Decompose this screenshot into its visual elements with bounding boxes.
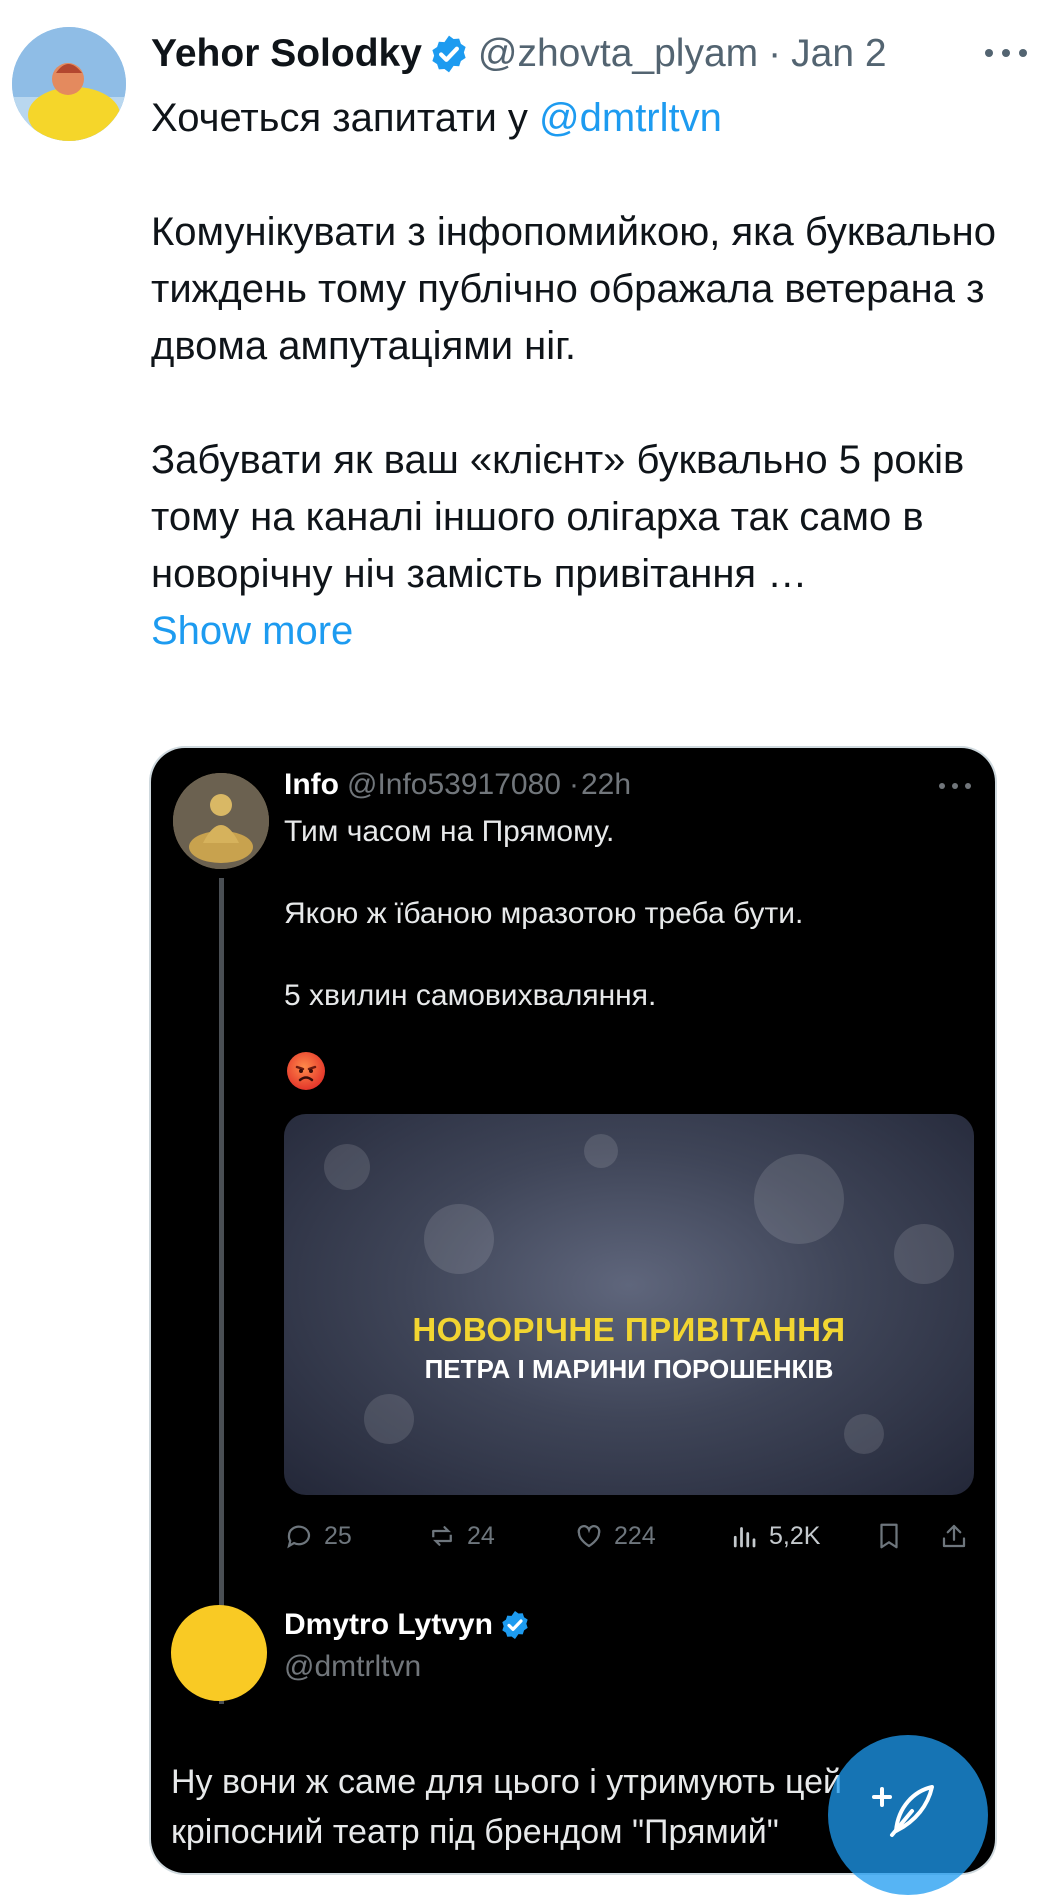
verified-badge-icon: [502, 1611, 528, 1639]
video-thumbnail: НОВОРІЧНЕ ПРИВІТАННЯ ПЕТРА І МАРИНИ ПОРО…: [284, 1114, 974, 1495]
show-more-link[interactable]: Show more: [151, 603, 1001, 660]
reply-author-handle: @dmtrltvn: [284, 1650, 422, 1683]
author-name[interactable]: Yehor Solodky: [151, 32, 422, 76]
reply-author-name: Dmytro Lytvyn: [284, 1608, 493, 1641]
tweet-text-intro: Хочеться запитати у: [151, 96, 540, 140]
quoted-like-count: 224: [574, 1516, 656, 1556]
video-title: НОВОРІЧНЕ ПРИВІТАННЯ: [412, 1311, 846, 1348]
bookmark-icon: [880, 1523, 898, 1549]
quoted-repost-count: 24: [427, 1516, 495, 1556]
quoted-header: Info @Info53917080·22h: [284, 768, 631, 814]
share-action: [939, 1516, 979, 1556]
quoted-more-icon: [939, 783, 971, 789]
repost-icon: [432, 1526, 452, 1546]
like-icon: [577, 1525, 601, 1548]
post-date[interactable]: Jan 2: [791, 32, 886, 76]
quoted-time: 22h: [580, 768, 632, 801]
verified-badge-icon: [432, 35, 466, 73]
angry-face-emoji-icon: [287, 1052, 325, 1090]
tweet-text-body: Комунікувати з інфопомийкою, яка букваль…: [151, 210, 996, 596]
embedded-screenshot[interactable]: Info @Info53917080·22h Тим часом на Прямо…: [151, 748, 995, 1873]
views-icon: [733, 1527, 756, 1548]
quoted-author-avatar: [173, 773, 269, 869]
quoted-view-count: 5,2K: [729, 1516, 820, 1556]
reply-author-avatar: [171, 1605, 267, 1701]
quoted-action-bar: 25 24 224 5,2K: [284, 1516, 974, 1556]
quoted-text: Тим часом на Прямому. Якою ж їбаною мраз…: [284, 815, 804, 1012]
thread-line: [219, 878, 224, 1704]
reply-count: 25: [324, 1521, 352, 1550]
reply-icon: [287, 1525, 311, 1549]
repost-count: 24: [467, 1521, 495, 1550]
quoted-author-handle: @Info53917080: [346, 768, 561, 801]
view-count: 5,2K: [769, 1521, 821, 1550]
compose-button[interactable]: [828, 1735, 988, 1895]
mention-link[interactable]: @dmtrltvn: [539, 96, 722, 140]
video-subtitle: ПЕТРА І МАРИНИ ПОРОШЕНКІВ: [424, 1354, 834, 1384]
quoted-separator: ·: [568, 768, 579, 801]
author-avatar[interactable]: [12, 27, 126, 141]
like-count: 224: [614, 1521, 656, 1550]
compose-feather-icon: [872, 1785, 934, 1837]
author-handle[interactable]: @zhovta_plyam: [478, 32, 758, 76]
tweet-text: Хочеться запитати у @dmtrltvn Комунікува…: [151, 90, 1001, 660]
share-icon: [942, 1524, 966, 1548]
more-options-icon[interactable]: [981, 36, 1031, 70]
quoted-author-name: Info: [284, 768, 339, 801]
tweet-header: Yehor Solodky @zhovta_plyam · Jan 2: [151, 26, 1031, 82]
separator-dot: ·: [768, 32, 782, 75]
reply-header: Dmytro Lytvyn: [284, 1603, 531, 1647]
quoted-reply-count: 25: [284, 1516, 352, 1556]
bookmark-action: [874, 1516, 914, 1556]
